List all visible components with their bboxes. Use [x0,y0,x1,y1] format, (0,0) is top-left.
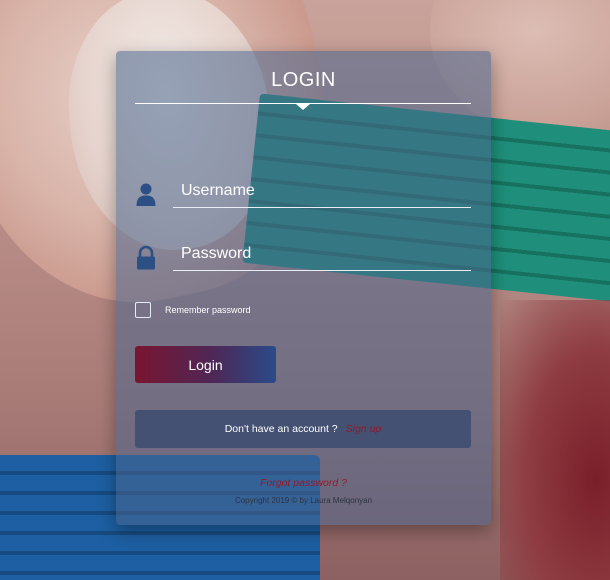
copyright-text: Copyright 2019 © by Laura Melqonyan [234,496,373,505]
remember-password: Remember password [135,301,251,319]
login-card: LOGIN Remember password Login Don't have… [116,51,491,525]
login-button[interactable]: Login [135,346,276,383]
password-input[interactable] [173,237,471,271]
password-field [135,237,471,277]
username-field [135,174,471,214]
signup-link[interactable]: Sign up [346,423,382,435]
remember-checkbox[interactable] [135,302,151,318]
remember-label: Remember password [165,305,251,315]
signup-box: Don't have an account ? Sign up [135,410,471,448]
login-title: LOGIN [271,69,336,91]
title-caret-icon [296,104,310,110]
username-input[interactable] [173,174,471,208]
user-icon [135,182,157,208]
forgot-password-link[interactable]: Forgot password ? [116,477,491,489]
signup-prompt: Don't have an account ? [224,423,338,435]
lock-icon [135,245,157,271]
background-red-shade [500,300,610,580]
